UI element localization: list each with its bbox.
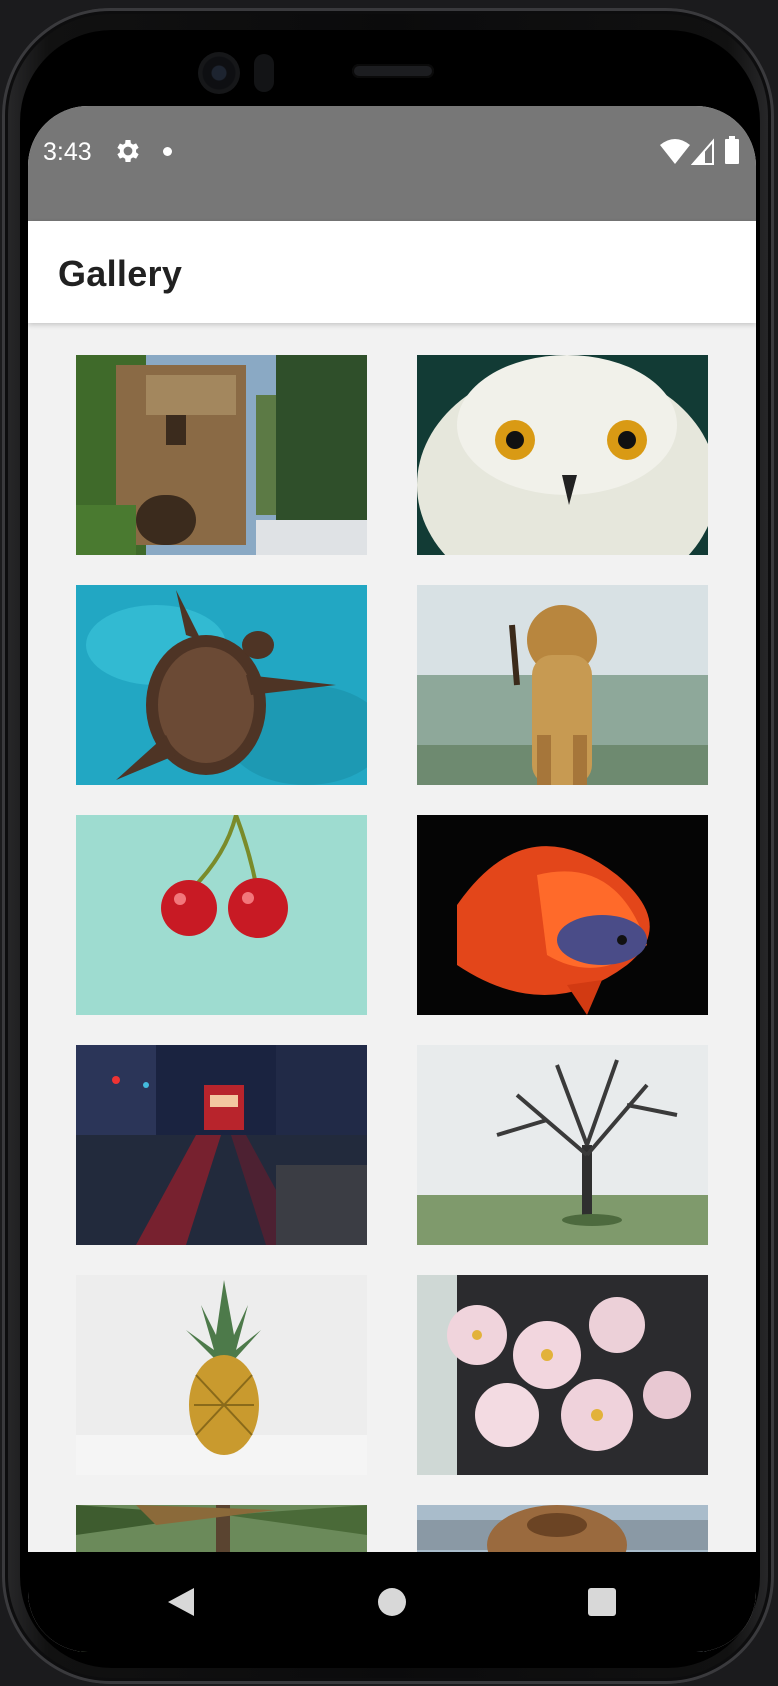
battery-icon [725, 136, 739, 164]
cellular-signal-icon [691, 138, 714, 165]
lioness-photo[interactable] [417, 585, 708, 785]
app-bar: Gallery [28, 221, 756, 323]
castle-photo[interactable] [76, 355, 367, 555]
betta-fish-photo[interactable] [417, 815, 708, 1015]
orchids-photo[interactable] [417, 1275, 708, 1475]
proximity-sensor [254, 54, 274, 92]
screen: 3:43 Gallery [28, 106, 756, 1652]
back-icon[interactable] [166, 1586, 196, 1618]
sea-turtle-photo[interactable] [76, 585, 367, 785]
status-time: 3:43 [43, 138, 92, 166]
earpiece-speaker [352, 64, 434, 78]
pineapple-photo[interactable] [76, 1275, 367, 1475]
bare-tree-fog-photo[interactable] [417, 1045, 708, 1245]
wifi-icon [660, 139, 690, 164]
recents-icon[interactable] [588, 1588, 616, 1616]
settings-icon [117, 140, 139, 162]
home-icon[interactable] [378, 1588, 406, 1616]
snowy-owl-photo[interactable] [417, 355, 708, 555]
streetcar-night-photo[interactable] [76, 1045, 367, 1245]
phone-frame: 3:43 Gallery [0, 0, 778, 1686]
notification-dot-icon [163, 147, 172, 156]
cherries-photo[interactable] [76, 815, 367, 1015]
page-title: Gallery [58, 253, 183, 294]
status-bar: 3:43 [28, 106, 756, 221]
navigation-bar [28, 1552, 756, 1652]
gallery-grid[interactable] [28, 323, 756, 1652]
front-camera [198, 52, 240, 94]
